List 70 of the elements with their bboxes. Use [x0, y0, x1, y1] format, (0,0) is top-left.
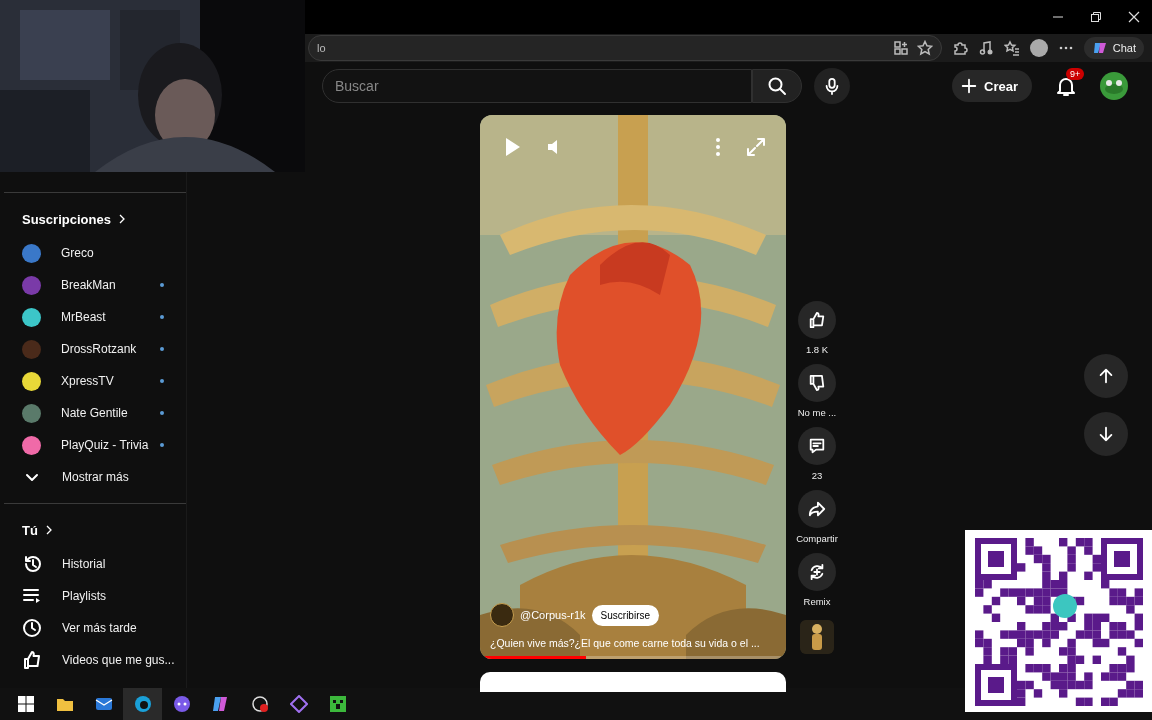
favorites-list-icon[interactable]: [1003, 40, 1020, 56]
sidebar-item[interactable]: Videos que me gus...: [0, 644, 186, 676]
action-label: Remix: [803, 596, 831, 607]
comment-button[interactable]: [798, 427, 836, 465]
history-icon: [22, 554, 42, 574]
microphone-icon: [823, 77, 841, 95]
diamond-icon: [289, 695, 308, 713]
action-label: Compartir: [796, 533, 838, 544]
remix-icon: [808, 563, 826, 581]
action-label: 1.8 K: [805, 344, 829, 355]
chat-app-icon: [172, 695, 191, 713]
search-field[interactable]: Buscar: [322, 69, 752, 103]
remix-button[interactable]: [798, 553, 836, 591]
microphone-button[interactable]: [814, 68, 850, 104]
avatar-icon[interactable]: [1100, 72, 1128, 100]
action-label: 23: [811, 470, 823, 481]
extensions-icon[interactable]: [951, 40, 968, 56]
sidebar-item[interactable]: Historial: [0, 548, 186, 580]
show-more-button[interactable]: Mostrar más: [0, 461, 186, 493]
creeper-icon: [328, 695, 347, 713]
close-icon[interactable]: [1128, 11, 1140, 23]
profile-avatar[interactable]: [1029, 39, 1048, 57]
short-video[interactable]: @Corpus-r1k Suscribirse ¿Quien vive más?¿El que come carne toda su vida o el ...: [480, 115, 786, 659]
subscription-item[interactable]: Greco: [0, 237, 186, 269]
arrow-up-icon: [1097, 367, 1115, 385]
share-button[interactable]: [798, 490, 836, 528]
create-button[interactable]: Crear: [952, 70, 1032, 102]
subscription-item[interactable]: BreakMan: [0, 269, 186, 301]
share-arrow-icon: [808, 500, 826, 518]
section-heading[interactable]: Suscripciones: [0, 201, 149, 237]
music-icon[interactable]: [977, 40, 994, 56]
taskbar-app[interactable]: [123, 688, 162, 720]
sidebar-item[interactable]: Ver más tarde: [0, 612, 186, 644]
comment-icon: [808, 437, 826, 455]
next-button[interactable]: [1084, 412, 1128, 456]
previous-button[interactable]: [1084, 354, 1128, 398]
subscription-item[interactable]: MrBeast: [0, 301, 186, 333]
subscription-item[interactable]: XpressTV: [0, 365, 186, 397]
channel-name[interactable]: @Corpus-r1k: [520, 609, 586, 621]
chat-button[interactable]: Chat: [1083, 37, 1144, 59]
subscription-item[interactable]: PlayQuiz - Trivia: [0, 429, 186, 461]
address-bar[interactable]: lo: [308, 35, 942, 61]
dislike-button[interactable]: [798, 364, 836, 402]
restore-icon[interactable]: [1090, 11, 1102, 23]
search-button[interactable]: [752, 69, 802, 103]
arrow-down-icon: [1097, 425, 1115, 443]
favorite-star-icon[interactable]: [916, 40, 933, 56]
thumbs-down-icon: [808, 374, 826, 392]
windows-icon: [16, 695, 35, 713]
address-text: lo: [317, 42, 327, 54]
subscription-item[interactable]: Nate Gentile: [0, 397, 186, 429]
copilot-icon: [1091, 40, 1108, 56]
notification-badge: 9+: [1066, 68, 1085, 80]
browser-icon: [133, 695, 152, 713]
action-label: No me ...: [797, 407, 837, 418]
subscription-item[interactable]: DrossRotzank: [0, 333, 186, 365]
copilot-icon: [211, 695, 230, 713]
app-grid-icon[interactable]: [892, 40, 909, 56]
clock-icon: [22, 618, 42, 638]
recorder-icon: [250, 695, 269, 713]
playlist-icon: [22, 586, 42, 606]
thumbs-up-icon: [808, 311, 826, 329]
sidebar-item[interactable]: Playlists: [0, 580, 186, 612]
search-icon: [767, 76, 787, 96]
mail-icon: [94, 695, 113, 713]
section-heading[interactable]: Tú: [0, 512, 76, 548]
video-title: ¿Quien vive más?¿El que come carne toda su vida o el ...: [490, 637, 761, 649]
plus-icon: [960, 77, 979, 95]
thumbs-up-icon: [22, 650, 42, 670]
like-button[interactable]: [798, 301, 836, 339]
